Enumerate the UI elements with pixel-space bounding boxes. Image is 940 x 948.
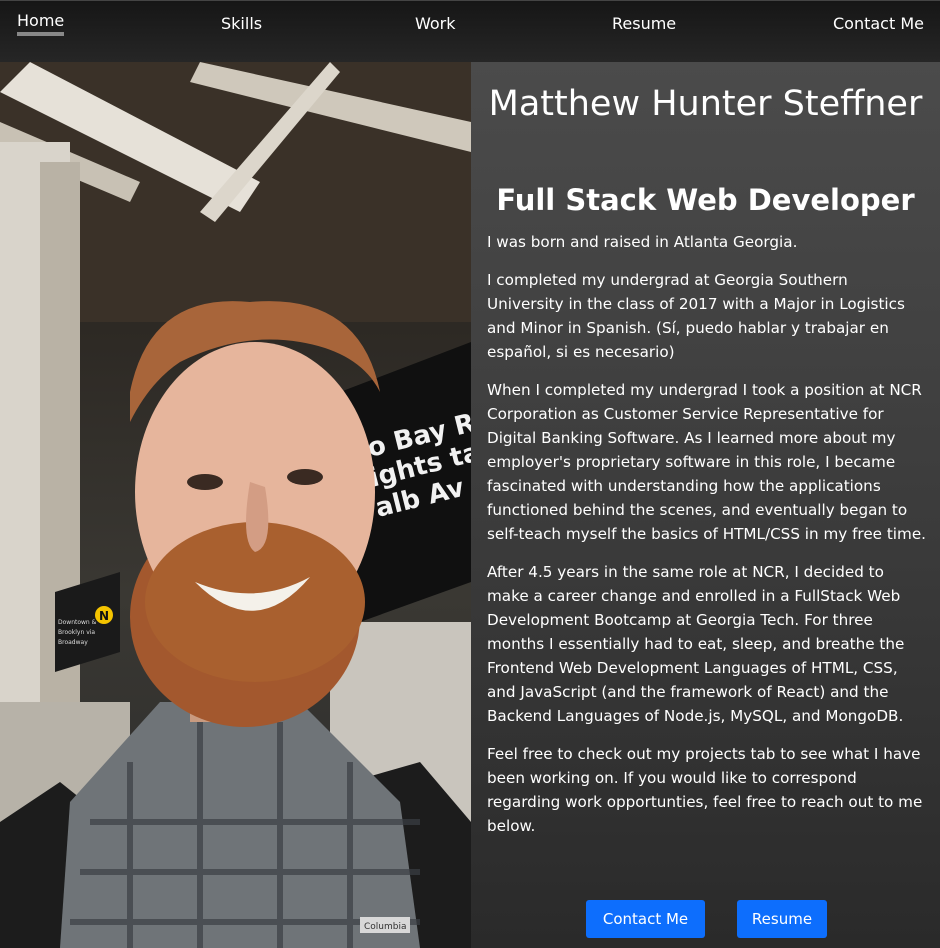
small-sign-line-1: Downtown & (58, 619, 97, 626)
small-sign-line-2: Brooklyn via (58, 629, 95, 636)
nav-contact-link[interactable]: Contact Me (833, 14, 924, 33)
bio-paragraph: I completed my undergrad at Georgia Sout… (487, 271, 905, 361)
nav-home-link[interactable]: Home (17, 11, 65, 36)
contact-me-button[interactable]: Contact Me (586, 900, 705, 938)
bio-paragraph: After 4.5 years in the same role at NCR,… (487, 563, 905, 725)
bio-paragraph: I was born and raised in Atlanta Georgia… (487, 233, 798, 251)
resume-button[interactable]: Resume (737, 900, 827, 938)
small-sign-line-3: Broadway (58, 639, 88, 646)
subway-line-letter: N (99, 609, 109, 623)
profile-photo-illustration: o Bay Ri ights tak alb Av fo N Downtown … (0, 62, 471, 948)
nav-skills-link[interactable]: Skills (221, 14, 262, 33)
nav-work-link[interactable]: Work (415, 14, 456, 33)
bio-paragraph: Feel free to check out my projects tab t… (487, 745, 923, 835)
shirt-label-text: Columbia (364, 922, 407, 932)
top-navbar: Home Skills Work Resume Contact Me (0, 0, 940, 62)
nav-resume-link[interactable]: Resume (612, 14, 676, 33)
about-panel: Matthew Hunter Steffner Full Stack Web D… (471, 62, 940, 948)
job-title: Full Stack Web Developer (496, 183, 915, 217)
profile-photo: o Bay Ri ights tak alb Av fo N Downtown … (0, 62, 471, 948)
bio-paragraph: When I completed my undergrad I took a p… (487, 381, 926, 543)
page-title: Matthew Hunter Steffner (488, 84, 923, 124)
bio-section: I was born and raised in Atlanta Georgia… (487, 230, 927, 852)
